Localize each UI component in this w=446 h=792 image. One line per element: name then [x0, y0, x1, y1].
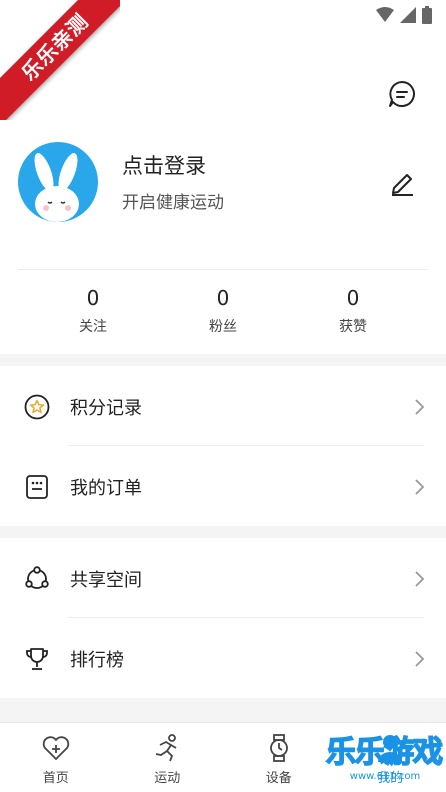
menu-item-leaderboard[interactable]: 排行榜 — [0, 618, 446, 698]
heart-plus-icon — [42, 736, 69, 760]
chevron-right-icon — [415, 399, 425, 415]
stat-count: 0 — [86, 286, 100, 310]
header-divider — [18, 269, 428, 270]
login-subtitle: 开启健康运动 — [122, 193, 224, 213]
watermark-url: www.611.com — [349, 771, 421, 782]
star-badge-icon — [24, 394, 50, 420]
menu-item-label: 积分记录 — [70, 398, 142, 419]
avatar[interactable] — [18, 142, 98, 222]
tab-label: 首页 — [42, 771, 69, 786]
signal-icon — [400, 7, 416, 23]
trophy-icon — [26, 648, 48, 670]
stat-label: 关注 — [79, 319, 107, 335]
stat-count: 0 — [216, 286, 230, 310]
order-list-icon — [26, 475, 48, 499]
stat-likes[interactable]: 0 获赞 — [293, 286, 413, 336]
stat-label: 粉丝 — [209, 319, 237, 335]
menu-item-label: 我的订单 — [70, 478, 142, 499]
tab-label: 运动 — [154, 771, 181, 786]
login-title[interactable]: 点击登录 — [122, 150, 206, 180]
edit-pencil-icon[interactable] — [388, 168, 416, 196]
stat-following[interactable]: 0 关注 — [33, 286, 153, 336]
ribbon-text: 乐乐亲测 — [0, 0, 120, 120]
wifi-icon — [376, 7, 394, 22]
chevron-right-icon — [415, 651, 425, 667]
status-icons — [376, 6, 432, 24]
menu-item-share-space[interactable]: 共享空间 — [0, 538, 446, 618]
tab-label: 设备 — [265, 771, 292, 786]
tab-home[interactable]: 首页 — [0, 723, 112, 792]
battery-icon — [422, 6, 432, 24]
tab-device[interactable]: 设备 — [223, 723, 335, 792]
running-icon — [156, 734, 177, 762]
watermark-logo: 乐乐游戏 www.611.com — [325, 735, 444, 788]
chevron-right-icon — [415, 479, 425, 495]
watch-icon — [269, 734, 288, 762]
tab-sport[interactable]: 运动 — [112, 723, 224, 792]
menu-item-points[interactable]: 积分记录 — [0, 366, 446, 446]
menu-group-account: 积分记录 我的订单 — [0, 366, 446, 526]
menu-item-label: 共享空间 — [70, 570, 142, 591]
menu-item-label: 排行榜 — [70, 650, 124, 671]
test-ribbon: 乐乐亲测 — [0, 0, 120, 120]
chevron-right-icon — [415, 571, 425, 587]
watermark-text: 乐乐游戏 — [325, 735, 444, 771]
stat-fans[interactable]: 0 粉丝 — [163, 286, 283, 336]
stat-count: 0 — [346, 286, 360, 310]
rabbit-avatar-icon — [34, 153, 79, 222]
stat-label: 获赞 — [339, 319, 367, 335]
share-space-icon — [25, 566, 49, 589]
menu-group-social: 共享空间 排行榜 — [0, 538, 446, 698]
menu-item-orders[interactable]: 我的订单 — [0, 446, 446, 526]
message-icon[interactable] — [388, 80, 416, 108]
